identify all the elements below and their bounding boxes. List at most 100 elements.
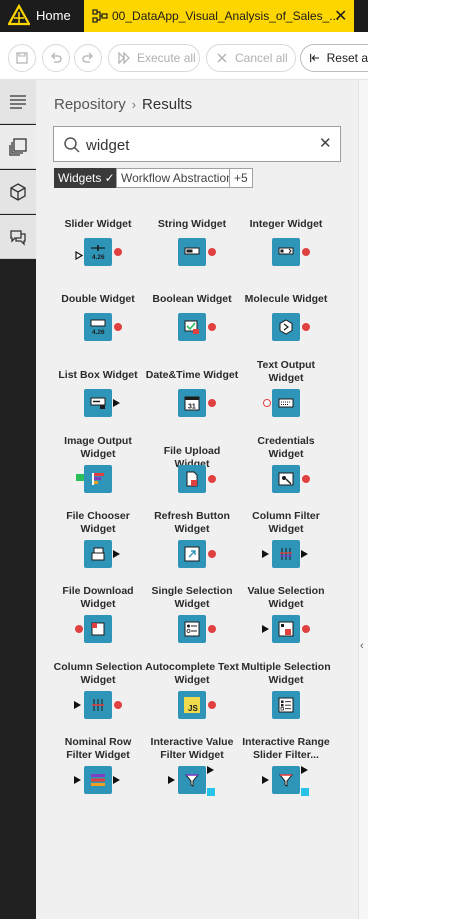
- node-single-selection-widget[interactable]: Single Selection Widget: [145, 585, 239, 655]
- sidebar-item-nodes[interactable]: [0, 125, 36, 169]
- node-file-chooser-widget[interactable]: File Chooser Widget: [51, 510, 145, 580]
- flow-variable-output-port: [208, 625, 216, 633]
- node-double-widget[interactable]: Double Widget 4.26: [51, 293, 145, 363]
- undo-icon: [51, 52, 62, 63]
- table-output-port: [113, 550, 120, 558]
- calendar-icon: 31: [184, 396, 200, 411]
- double-value-label: 4.26: [92, 329, 105, 336]
- tag-more[interactable]: +5: [229, 168, 253, 188]
- table-input-port: [262, 625, 269, 633]
- node-title: Refresh Button Widget: [154, 510, 230, 535]
- node-icon: [84, 691, 112, 719]
- nominal-row-filter-icon: [91, 774, 105, 786]
- node-title: Single Selection Widget: [151, 585, 233, 610]
- knime-logo-icon: [8, 4, 30, 26]
- column-filter-icon: [280, 548, 292, 560]
- sidebar-item-space-explorer[interactable]: [0, 170, 36, 214]
- side-nav: [0, 80, 36, 919]
- breadcrumb-repository[interactable]: Repository: [54, 96, 126, 113]
- node-title: Column Filter Widget: [252, 510, 320, 535]
- node-column-selection-widget[interactable]: Column Selection Widget: [51, 661, 145, 731]
- execute-all-icon: [118, 51, 130, 65]
- node-file-download-widget[interactable]: File Download Widget: [51, 585, 145, 655]
- redo-button[interactable]: [74, 44, 102, 72]
- node-icon: [84, 540, 112, 568]
- close-icon[interactable]: ✕: [334, 6, 347, 26]
- node-refresh-button-widget[interactable]: Refresh Button Widget: [145, 510, 239, 580]
- node-icon: [178, 465, 206, 493]
- node-title: Image Output Widget: [64, 435, 132, 460]
- node-image-output-widget[interactable]: Image Output Widget: [51, 435, 145, 505]
- node-text-output-widget[interactable]: Text Output Widget: [239, 359, 333, 429]
- breadcrumb-results: Results: [142, 96, 193, 113]
- flow-variable-output-port: [114, 248, 122, 256]
- table-input-port: [262, 776, 269, 784]
- node-title: Integer Widget: [249, 218, 323, 230]
- node-slider-widget[interactable]: Slider Widget 4.26: [51, 218, 145, 288]
- node-file-upload-widget[interactable]: File Upload Widget: [145, 445, 239, 515]
- tab-home-label: Home: [36, 8, 71, 23]
- tab-home[interactable]: Home: [0, 0, 82, 32]
- tab-workflow[interactable]: 00_DataApp_Visual_Analysis_of_Sales_... …: [84, 0, 354, 32]
- text-output-icon: [278, 398, 294, 408]
- node-autocomplete-text-widget[interactable]: Autocomplete Text Widget JS: [145, 661, 239, 731]
- reset-all-button[interactable]: Reset a: [300, 44, 368, 72]
- file-chooser-icon: [91, 547, 105, 561]
- node-value-selection-widget[interactable]: Value Selection Widget: [239, 585, 333, 655]
- tag-widgets[interactable]: Widgets ✓: [54, 168, 119, 188]
- node-interactive-value-filter-widget[interactable]: Interactive Value Filter Widget: [145, 736, 239, 806]
- save-button[interactable]: [8, 44, 36, 72]
- table-output-port: [301, 550, 308, 558]
- node-string-widget[interactable]: String Widget: [145, 218, 239, 288]
- node-icon: [84, 389, 112, 417]
- node-repository-panel: Repository › Results ✕ Widgets ✓ Workflo…: [36, 80, 358, 919]
- node-credentials-widget[interactable]: Credentials Widget: [239, 435, 333, 505]
- node-icon: [178, 313, 206, 341]
- sidebar-item-description[interactable]: [0, 80, 36, 124]
- image-input-port: [76, 474, 84, 481]
- node-list-box-widget[interactable]: List Box Widget: [51, 369, 145, 439]
- node-multiple-selection-widget[interactable]: Multiple Selection Widget: [239, 661, 333, 731]
- sidebar-item-ai-assistant[interactable]: [0, 215, 36, 259]
- node-title: Value Selection Widget: [247, 585, 325, 610]
- panel-divider[interactable]: ‹: [358, 80, 368, 919]
- search-box: ✕: [53, 126, 341, 162]
- cancel-all-button[interactable]: Cancel all: [206, 44, 296, 72]
- tag-workflow-abstraction[interactable]: Workflow Abstraction: [116, 168, 238, 188]
- undo-button[interactable]: [42, 44, 70, 72]
- node-icon: [178, 615, 206, 643]
- molecule-icon: [279, 319, 293, 335]
- breadcrumb-separator: ›: [131, 97, 137, 112]
- node-interactive-range-slider-filter-widget[interactable]: Interactive Range Slider Filter...: [239, 736, 333, 806]
- node-date-time-widget[interactable]: Date&Time Widget 31: [145, 369, 239, 439]
- credentials-icon: [278, 472, 294, 486]
- boolean-icon: [184, 320, 199, 334]
- node-column-filter-widget[interactable]: Column Filter Widget: [239, 510, 333, 580]
- clear-search-icon[interactable]: ✕: [319, 134, 332, 152]
- collapse-panel-icon[interactable]: ‹: [360, 640, 364, 652]
- node-title: Text Output Widget: [256, 359, 316, 384]
- file-upload-icon: [186, 471, 198, 487]
- node-title: Credentials Widget: [257, 435, 315, 460]
- execute-all-button[interactable]: Execute all: [108, 44, 200, 72]
- cube-icon: [10, 182, 26, 201]
- breadcrumb: Repository › Results: [54, 96, 192, 113]
- js-icon: JS: [184, 697, 200, 713]
- flow-variable-output-port: [302, 323, 310, 331]
- reset-icon: [310, 53, 319, 63]
- table-input-port: [168, 776, 175, 784]
- node-title: String Widget: [157, 218, 227, 230]
- node-integer-widget[interactable]: Integer Widget: [239, 218, 333, 288]
- flow-variable-output-port: [208, 550, 216, 558]
- flow-variable-output-port: [208, 399, 216, 407]
- flow-variable-output-port: [208, 701, 216, 709]
- node-molecule-widget[interactable]: Molecule Widget: [239, 293, 333, 363]
- search-input[interactable]: [86, 133, 306, 157]
- value-selection-icon: [278, 621, 294, 637]
- node-title: Interactive Value Filter Widget: [150, 736, 234, 761]
- slider-value-label: 4.26: [92, 254, 105, 261]
- node-icon: 4.26: [84, 313, 112, 341]
- node-nominal-row-filter-widget[interactable]: Nominal Row Filter Widget: [51, 736, 145, 806]
- node-boolean-widget[interactable]: Boolean Widget: [145, 293, 239, 363]
- node-icon: [84, 766, 112, 794]
